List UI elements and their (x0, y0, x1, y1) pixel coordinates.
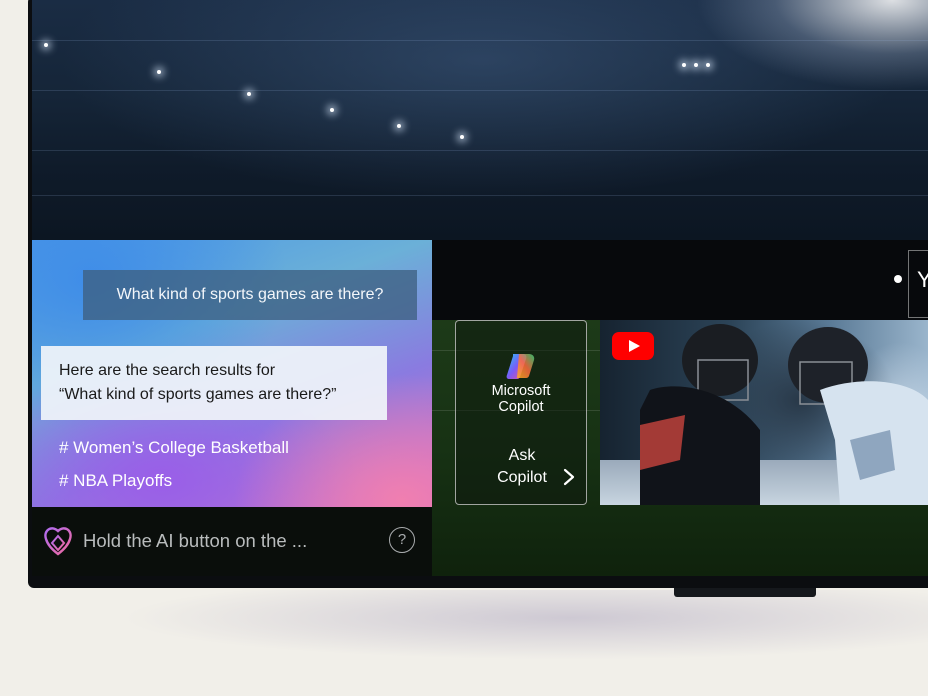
copilot-name-line: Copilot (498, 399, 544, 415)
partial-tile-label: Yo (917, 267, 928, 292)
stadium-tier-line (32, 195, 928, 196)
tv-screen: Yo What kind of sports games are there? … (32, 0, 928, 576)
ai-hint-bar: Hold the AI button on the ... ? (32, 507, 432, 576)
stadium-light (694, 63, 698, 67)
copilot-logo-icon (506, 354, 535, 379)
ai-answer-bubble: Here are the search results for “What ki… (41, 346, 387, 420)
chevron-right-icon (563, 468, 575, 486)
user-question-bubble: What kind of sports games are there? (83, 270, 417, 320)
stadium-light (460, 135, 464, 139)
youtube-logo-icon (612, 332, 654, 360)
tv-stand (674, 588, 816, 597)
answer-line: “What kind of sports games are there?” (59, 386, 337, 403)
stadium-light (247, 92, 251, 96)
suggestion-tag-nba-playoffs[interactable]: # NBA Playoffs (59, 471, 172, 491)
hockey-player-left (640, 324, 760, 505)
suggestion-tag-womens-college-basketball[interactable]: # Women’s College Basketball (59, 438, 289, 458)
stadium-light (397, 124, 401, 128)
bullet-icon (894, 275, 902, 283)
stadium-light (682, 63, 686, 67)
stadium-light (157, 70, 161, 74)
tv-shadow (120, 590, 928, 660)
ai-logo-icon (44, 527, 72, 556)
stadium-tier-line (32, 90, 928, 91)
help-icon[interactable]: ? (389, 527, 415, 553)
stadium-background (32, 0, 928, 240)
ask-copilot-label: Ask Copilot (490, 445, 554, 489)
answer-line: Here are the search results for (59, 362, 276, 379)
partial-tile[interactable]: Yo (908, 250, 928, 318)
copilot-name-line: Microsoft (491, 383, 551, 399)
ai-assistant-panel: What kind of sports games are there? Her… (32, 240, 432, 507)
stadium-tier-line (32, 150, 928, 151)
ask-line: Copilot (497, 469, 547, 486)
stadium-light (706, 63, 710, 67)
play-icon (629, 340, 640, 352)
ai-hint-text: Hold the AI button on the ... (83, 530, 308, 551)
youtube-video-tile[interactable] (600, 320, 928, 505)
hockey-player-right (788, 327, 928, 505)
stadium-light (44, 43, 48, 47)
ask-line: Ask (508, 447, 536, 464)
stadium-tier-line (32, 40, 928, 41)
stadium-light (330, 108, 334, 112)
copilot-name: Microsoft Copilot (456, 383, 586, 415)
ask-copilot-card[interactable]: Microsoft Copilot Ask Copilot (455, 320, 587, 505)
